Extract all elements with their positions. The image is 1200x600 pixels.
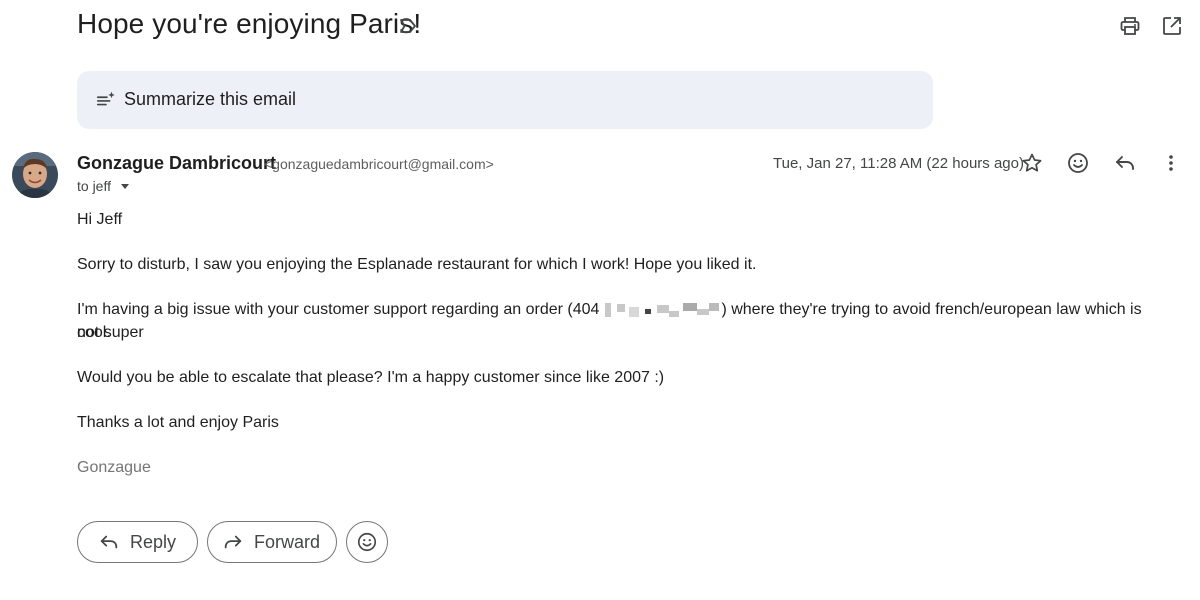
avatar[interactable] [12, 152, 58, 198]
label-icon[interactable] [396, 14, 420, 38]
recipient-details-toggle[interactable]: to jeff [77, 178, 133, 194]
sparkle-lines-icon [96, 91, 115, 106]
star-icon[interactable] [1020, 151, 1044, 175]
forward-label: Forward [254, 532, 321, 552]
email-signature: Gonzague [77, 459, 151, 476]
redacted-order-number [599, 301, 721, 317]
summarize-email-button[interactable]: Summarize this email [77, 71, 933, 129]
email-paragraph-continued: cool. [77, 324, 111, 341]
forward-button[interactable]: Forward [207, 521, 337, 563]
email-date: Tue, Jan 27, 11:28 AM (22 hours ago) [773, 155, 1024, 172]
reply-button[interactable]: Reply [77, 521, 198, 563]
forward-icon [224, 535, 242, 549]
reply-icon[interactable] [1113, 151, 1137, 175]
emoji-icon[interactable] [1066, 151, 1090, 175]
paragraph-text: I'm having a big issue with your custome… [77, 301, 600, 318]
email-subject: Hope you're enjoying Paris! [77, 8, 422, 39]
chevron-down-icon [121, 184, 129, 189]
more-vert-icon[interactable] [1159, 151, 1183, 175]
email-paragraph: Would you be able to escalate that pleas… [77, 369, 665, 386]
open-in-new-icon[interactable] [1160, 14, 1184, 38]
email-paragraph: I'm having a big issue with your custome… [77, 298, 1167, 344]
emoji-reaction-button[interactable] [346, 521, 388, 563]
summarize-label: Summarize this email [124, 89, 297, 109]
reply-icon [100, 535, 118, 549]
emoji-icon [357, 532, 377, 552]
sender-email: <gonzaguedambricourt@gmail.com> [264, 156, 494, 172]
email-greeting: Hi Jeff [77, 211, 123, 228]
sender-name: Gonzague Dambricourt [77, 153, 277, 173]
recipient-label: to jeff [77, 178, 111, 194]
print-icon[interactable] [1118, 14, 1142, 38]
email-paragraph: Thanks a lot and enjoy Paris [77, 414, 279, 431]
reply-label: Reply [130, 532, 177, 552]
email-paragraph: Sorry to disturb, I saw you enjoying the… [77, 256, 757, 273]
